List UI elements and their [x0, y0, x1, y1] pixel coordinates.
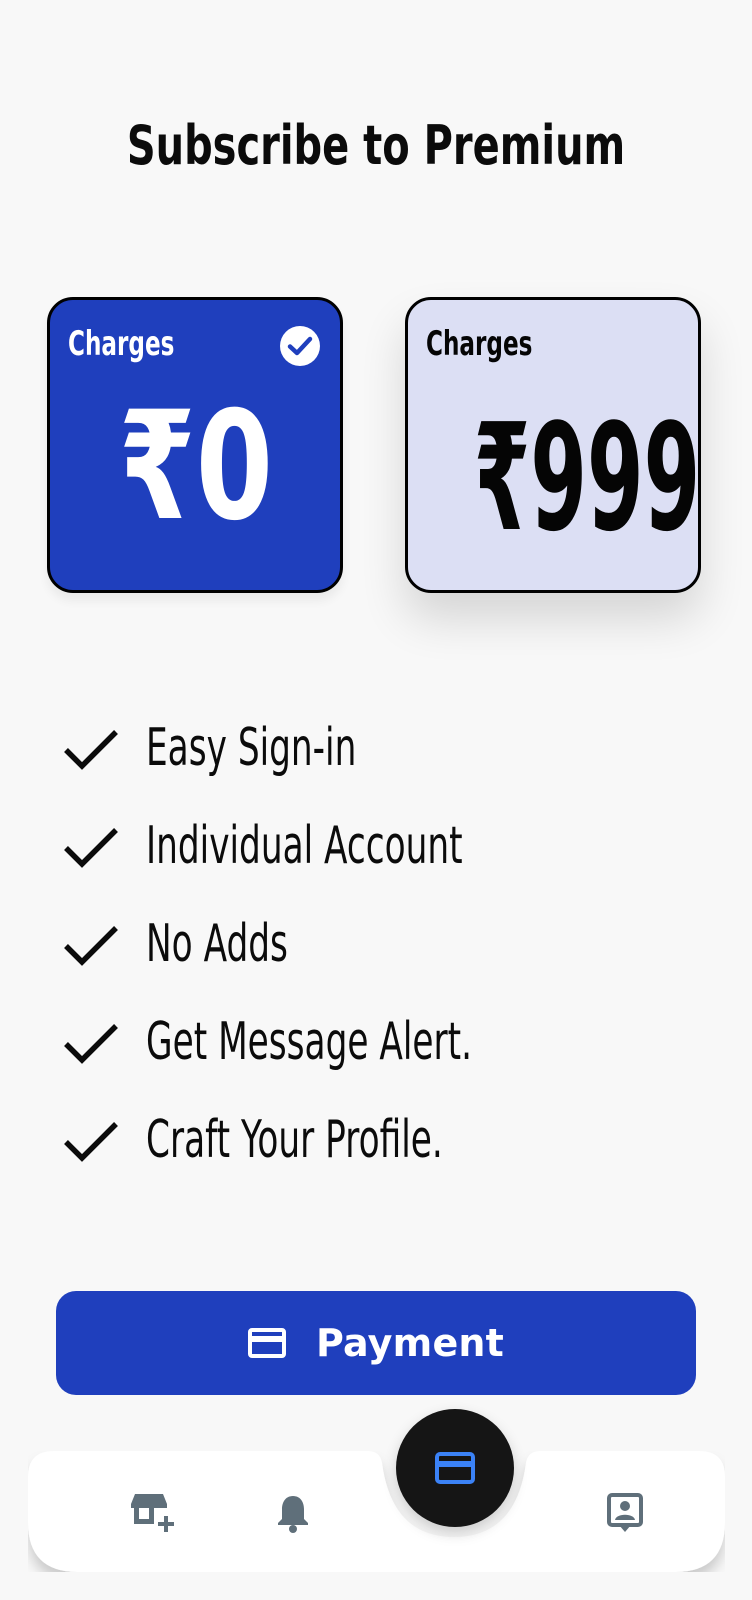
feature-label: Individual Account — [146, 816, 463, 876]
credit-card-icon — [247, 1328, 286, 1358]
fab-payment[interactable] — [396, 1409, 514, 1527]
plan-card-premium[interactable]: Charges ₹999 — [405, 297, 701, 593]
bell-icon — [278, 1496, 308, 1533]
plan-price: ₹999 — [473, 392, 701, 564]
check-icon — [64, 926, 118, 966]
feature-label: Get Message Alert. — [146, 1012, 473, 1072]
feature-label: No Adds — [146, 914, 288, 974]
check-icon — [64, 828, 118, 868]
payment-label: Payment — [315, 1321, 505, 1365]
check-circle-icon — [280, 326, 320, 366]
plan-label: Charges — [426, 324, 533, 364]
bottom-navigation — [28, 1451, 725, 1572]
payment-button[interactable]: Payment — [56, 1291, 696, 1395]
plan-label: Charges — [68, 324, 175, 364]
nav-notifications[interactable] — [258, 1478, 328, 1548]
page-title: Subscribe to Premium — [126, 114, 626, 177]
check-icon — [64, 1024, 118, 1064]
check-icon — [64, 1122, 118, 1162]
contact-profile-icon — [607, 1493, 643, 1532]
feature-label: Craft Your Profile. — [146, 1110, 443, 1170]
feature-label: Easy Sign-in — [146, 718, 357, 778]
nav-profile[interactable] — [590, 1478, 660, 1548]
nav-store-add[interactable] — [118, 1478, 188, 1548]
credit-card-icon — [435, 1452, 475, 1484]
check-icon — [64, 730, 118, 770]
plan-card-free[interactable]: Charges ₹0 — [47, 297, 343, 593]
plan-price: ₹0 — [118, 380, 274, 554]
store-add-icon — [131, 1494, 174, 1532]
